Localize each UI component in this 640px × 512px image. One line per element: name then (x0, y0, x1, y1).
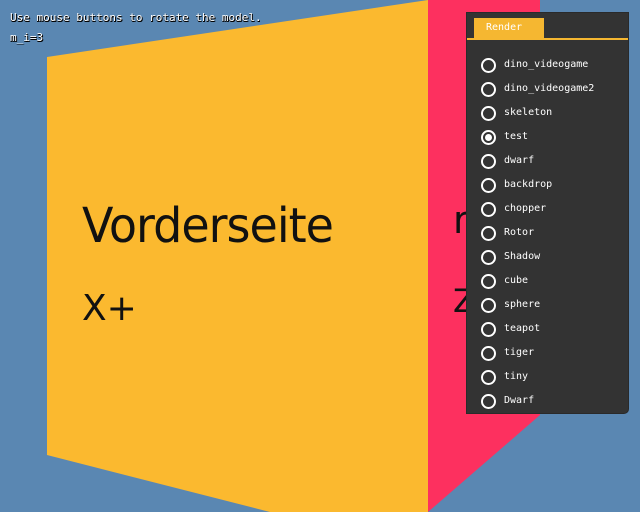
front-face-axis-label: X+ (82, 288, 137, 329)
render-option-teapot[interactable]: teapot (481, 317, 594, 341)
radio-button-icon[interactable] (481, 177, 496, 193)
render-option-test[interactable]: test (481, 125, 594, 149)
render-option-label: skeleton (504, 107, 553, 118)
radio-button-icon[interactable] (481, 201, 496, 217)
render-option-label: dino_videogame (504, 59, 589, 70)
render-option-label: dino_videogame2 (504, 83, 595, 94)
cube-front-face (47, 0, 428, 512)
radio-button-icon[interactable] (481, 273, 496, 289)
radio-button-icon[interactable] (481, 321, 496, 337)
radio-button-icon[interactable] (481, 297, 496, 313)
side-face-title: re (453, 198, 467, 242)
radio-button-icon[interactable] (481, 153, 496, 169)
render-option-label: Shadow (504, 251, 541, 262)
render-tab[interactable]: Render (474, 18, 544, 38)
render-option-label: sphere (504, 299, 541, 310)
render-option-label: cube (504, 275, 529, 286)
render-option-shadow[interactable]: Shadow (481, 245, 594, 269)
render-option-label: test (504, 131, 529, 142)
rotate-hint-text: Use mouse buttons to rotate the model. (10, 11, 262, 24)
render-option-backdrop[interactable]: backdrop (481, 173, 594, 197)
render-option-label: tiny (504, 371, 529, 382)
render-option-label: chopper (504, 203, 547, 214)
radio-button-icon[interactable] (481, 81, 496, 97)
render-option-label: backdrop (504, 179, 553, 190)
render-option-label: Dwarf (504, 395, 535, 406)
render-option-rotor[interactable]: Rotor (481, 221, 594, 245)
render-option-skeleton[interactable]: skeleton (481, 101, 594, 125)
radio-button-icon[interactable] (481, 249, 496, 265)
render-option-label: tiger (504, 347, 535, 358)
radio-button-icon[interactable] (481, 129, 496, 145)
render-option-dwarf[interactable]: Dwarf (481, 389, 594, 413)
render-option-dwarf[interactable]: dwarf (481, 149, 594, 173)
radio-button-icon[interactable] (481, 225, 496, 241)
render-option-tiger[interactable]: tiger (481, 341, 594, 365)
render-option-tiny[interactable]: tiny (481, 365, 594, 389)
radio-button-icon[interactable] (481, 57, 496, 73)
model-index-readout: m_i=3 (10, 31, 44, 44)
render-option-label: teapot (504, 323, 541, 334)
render-option-label: dwarf (504, 155, 535, 166)
render-option-sphere[interactable]: sphere (481, 293, 594, 317)
radio-button-icon[interactable] (481, 393, 496, 409)
front-face-title: Vorderseite (82, 196, 334, 254)
render-option-dino-videogame[interactable]: dino_videogame (481, 53, 594, 77)
render-panel: Render dino_videogame dino_videogame2skel… (467, 13, 628, 413)
render-option-cube[interactable]: cube (481, 269, 594, 293)
tab-divider (467, 38, 628, 40)
radio-button-icon[interactable] (481, 345, 496, 361)
radio-button-icon[interactable] (481, 105, 496, 121)
radio-button-icon[interactable] (481, 369, 496, 385)
render-option-label: Rotor (504, 227, 535, 238)
render-option-dino-videogame2[interactable]: dino_videogame2 (481, 77, 594, 101)
render-option-chopper[interactable]: chopper (481, 197, 594, 221)
render-option-list: dino_videogame dino_videogame2 skeleton tes… (481, 53, 594, 413)
